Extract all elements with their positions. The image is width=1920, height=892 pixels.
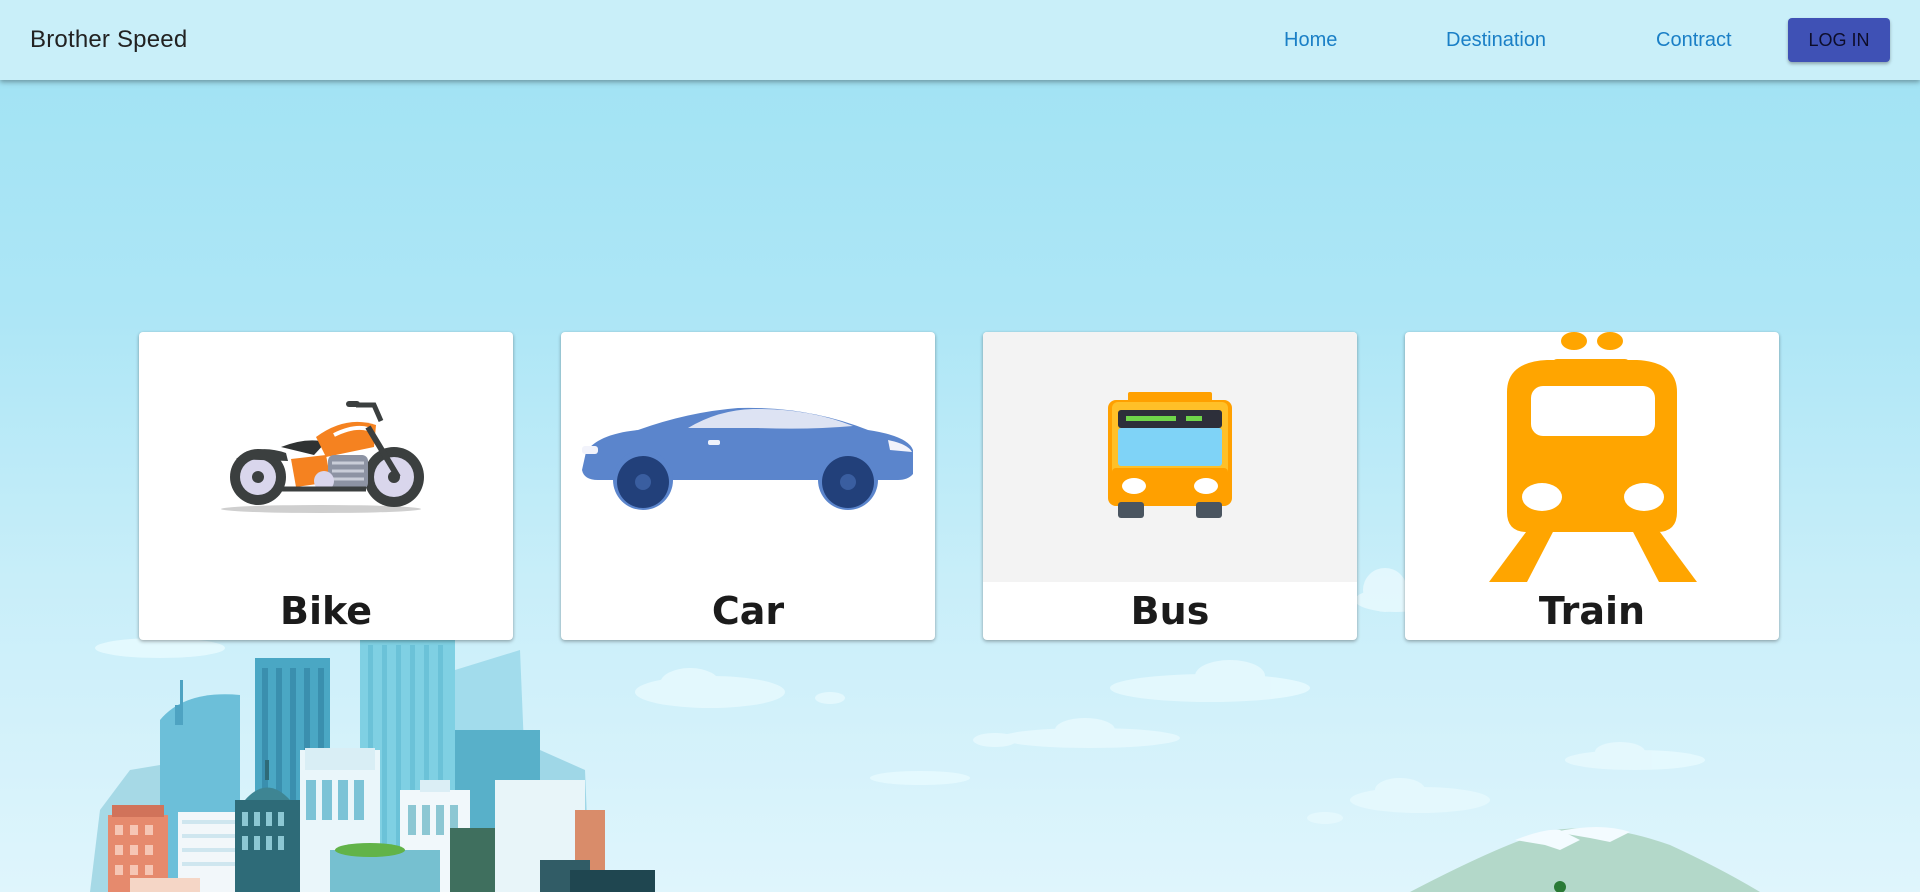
car-icon xyxy=(582,407,913,510)
card-title: Bike xyxy=(279,589,372,633)
transport-card-bike[interactable]: Bike xyxy=(139,332,513,640)
card-media xyxy=(139,332,513,582)
card-media xyxy=(1405,332,1779,582)
card-title: Train xyxy=(1538,589,1646,633)
card-title: Car xyxy=(711,589,785,633)
card-title: Bus xyxy=(1130,589,1210,633)
bus-icon xyxy=(1108,392,1232,518)
card-media xyxy=(983,332,1357,582)
train-icon xyxy=(1489,332,1697,582)
login-button[interactable]: LOG IN xyxy=(1788,18,1890,62)
top-app-bar: Brother Speed Home Destination Contract … xyxy=(0,0,1920,80)
nav-contract-link[interactable]: Contract xyxy=(1656,0,1732,80)
transport-card-train[interactable]: Train xyxy=(1405,332,1779,640)
card-media xyxy=(561,332,935,582)
nav-destination-link[interactable]: Destination xyxy=(1446,0,1546,80)
brand-title: Brother Speed xyxy=(30,26,188,53)
motorcycle-icon xyxy=(221,401,424,513)
transport-card-bus[interactable]: Bus xyxy=(983,332,1357,640)
transport-card-car[interactable]: Car xyxy=(561,332,935,640)
nav-home-link[interactable]: Home xyxy=(1284,0,1337,80)
